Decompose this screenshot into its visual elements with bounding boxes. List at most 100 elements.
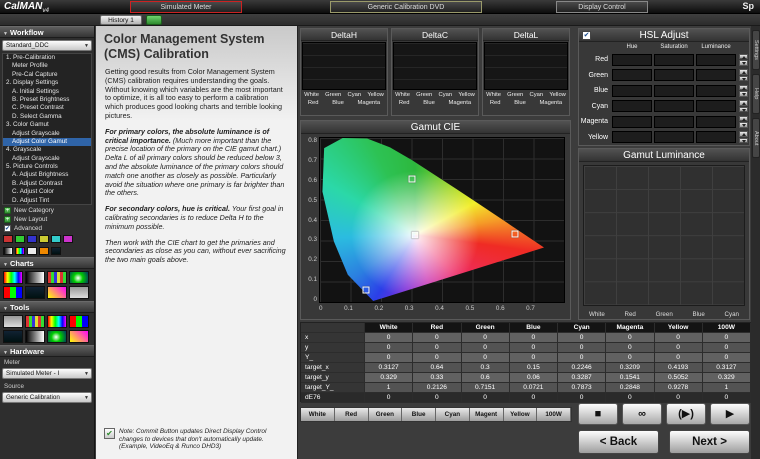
workflow-section-header[interactable]: ▼Workflow bbox=[0, 26, 94, 38]
advanced-checkbox[interactable]: ✔Advanced bbox=[0, 224, 94, 233]
palette-icon[interactable] bbox=[51, 247, 61, 255]
tab-simulated-meter[interactable]: Simulated Meter bbox=[130, 1, 242, 13]
measure-blue-button[interactable]: Blue bbox=[402, 408, 436, 421]
tree-item[interactable]: Adjust Grayscale bbox=[3, 130, 91, 138]
source-select[interactable]: Generic Calibration▼ bbox=[2, 392, 92, 403]
tree-item[interactable]: B. Adjust Contrast bbox=[3, 180, 91, 188]
hsl-enable-checkbox[interactable]: ✔ bbox=[582, 31, 591, 40]
chart-thumbnail[interactable] bbox=[3, 271, 23, 284]
tab-display-control[interactable]: Display Control bbox=[556, 1, 648, 13]
stop-button[interactable]: ■ bbox=[578, 403, 618, 425]
tree-item[interactable]: A. Adjust Brightness bbox=[3, 171, 91, 179]
chart-thumbnail[interactable] bbox=[3, 286, 23, 299]
hsl-luminance-field[interactable] bbox=[696, 54, 736, 66]
spin-down-button[interactable] bbox=[739, 60, 748, 66]
chart-thumbnail[interactable] bbox=[69, 286, 89, 299]
tree-item[interactable]: 4. Grayscale bbox=[3, 146, 91, 154]
tool-thumbnail[interactable] bbox=[3, 315, 23, 328]
tool-thumbnail[interactable] bbox=[69, 330, 89, 343]
spin-down-button[interactable] bbox=[739, 91, 748, 97]
tree-item[interactable]: A. Initial Settings bbox=[3, 88, 91, 96]
chart-thumbnail[interactable] bbox=[69, 271, 89, 284]
commit-checkbox[interactable]: ✔ bbox=[104, 428, 115, 439]
measure-once-button[interactable]: (▶) bbox=[666, 403, 706, 425]
hsl-luminance-field[interactable] bbox=[696, 69, 736, 81]
right-tab-settings[interactable]: Settings bbox=[752, 30, 760, 70]
spin-down-button[interactable] bbox=[739, 122, 748, 128]
tree-item[interactable]: Adjust Grayscale bbox=[3, 155, 91, 163]
hsl-luminance-field[interactable] bbox=[696, 85, 736, 97]
hsl-saturation-field[interactable] bbox=[654, 54, 694, 66]
hsl-saturation-field[interactable] bbox=[654, 131, 694, 143]
hsl-hue-field[interactable] bbox=[612, 54, 652, 66]
spin-up-button[interactable] bbox=[739, 100, 748, 106]
palette-icon[interactable] bbox=[27, 235, 37, 243]
tree-item[interactable]: Meter Profile bbox=[3, 62, 91, 70]
tool-thumbnail[interactable] bbox=[3, 330, 23, 343]
tool-thumbnail[interactable] bbox=[25, 315, 45, 328]
tree-item[interactable]: D. Adjust Tint bbox=[3, 197, 91, 205]
palette-icon[interactable] bbox=[63, 235, 73, 243]
hsl-saturation-field[interactable] bbox=[654, 100, 694, 112]
palette-icon[interactable] bbox=[51, 235, 61, 243]
meter-select[interactable]: Simulated Meter - I▼ bbox=[2, 368, 92, 379]
charts-section-header[interactable]: ▼Charts bbox=[0, 257, 94, 269]
tree-item[interactable]: 1. Pre-Calibration bbox=[3, 54, 91, 62]
spin-down-button[interactable] bbox=[739, 76, 748, 82]
chart-thumbnail[interactable] bbox=[47, 271, 67, 284]
spin-up-button[interactable] bbox=[739, 116, 748, 122]
hsl-hue-field[interactable] bbox=[612, 131, 652, 143]
tool-thumbnail[interactable] bbox=[47, 315, 67, 328]
spin-down-button[interactable] bbox=[739, 107, 748, 113]
tree-item[interactable]: B. Preset Brightness bbox=[3, 96, 91, 104]
history-button[interactable]: History 1 bbox=[100, 15, 142, 25]
tree-item[interactable]: 5. Picture Controls bbox=[3, 163, 91, 171]
spin-up-button[interactable] bbox=[739, 54, 748, 60]
right-tab-help[interactable]: Help bbox=[752, 74, 760, 114]
tree-item[interactable]: C. Preset Contrast bbox=[3, 104, 91, 112]
hsl-luminance-field[interactable] bbox=[696, 131, 736, 143]
palette-icon[interactable] bbox=[3, 247, 13, 255]
hsl-saturation-field[interactable] bbox=[654, 69, 694, 81]
next-button[interactable]: Next > bbox=[669, 430, 750, 454]
spin-down-button[interactable] bbox=[739, 138, 748, 144]
palette-icon[interactable] bbox=[15, 247, 25, 255]
tools-section-header[interactable]: ▼Tools bbox=[0, 301, 94, 313]
measure-red-button[interactable]: Red bbox=[335, 408, 369, 421]
new-category-button[interactable]: +New Category bbox=[0, 206, 94, 215]
tree-item[interactable]: 3. Color Gamut bbox=[3, 121, 91, 129]
palette-icon[interactable] bbox=[3, 235, 13, 243]
back-button[interactable]: < Back bbox=[578, 430, 659, 454]
palette-icon[interactable] bbox=[39, 235, 49, 243]
workflow-select[interactable]: Standard_DDC▼ bbox=[2, 40, 92, 51]
palette-icon[interactable] bbox=[15, 235, 25, 243]
tree-item-selected[interactable]: Adjust Color Gamut bbox=[3, 138, 91, 146]
tool-thumbnail[interactable] bbox=[25, 330, 45, 343]
tree-item[interactable]: 2. Display Settings bbox=[3, 79, 91, 87]
measure-magenta-button[interactable]: Magent bbox=[470, 408, 504, 421]
spin-up-button[interactable] bbox=[739, 131, 748, 137]
chart-thumbnail[interactable] bbox=[25, 286, 45, 299]
tree-item[interactable]: Pre-Cal Capture bbox=[3, 71, 91, 79]
hardware-section-header[interactable]: ▼Hardware bbox=[0, 345, 94, 357]
hsl-hue-field[interactable] bbox=[612, 116, 652, 128]
tool-thumbnail[interactable] bbox=[69, 315, 89, 328]
hsl-saturation-field[interactable] bbox=[654, 116, 694, 128]
continuous-loop-button[interactable]: ∞ bbox=[622, 403, 662, 425]
hsl-saturation-field[interactable] bbox=[654, 85, 694, 97]
measure-yellow-button[interactable]: Yellow bbox=[504, 408, 538, 421]
hsl-hue-field[interactable] bbox=[612, 85, 652, 97]
chart-thumbnail[interactable] bbox=[25, 271, 45, 284]
play-button[interactable]: ▶ bbox=[710, 403, 750, 425]
measure-100w-button[interactable]: 100W bbox=[537, 408, 571, 421]
tree-item[interactable]: C. Adjust Color bbox=[3, 188, 91, 196]
palette-icon[interactable] bbox=[39, 247, 49, 255]
tab-generic-calibration-dvd[interactable]: Generic Calibration DVD bbox=[330, 1, 482, 13]
chart-thumbnail[interactable] bbox=[47, 286, 67, 299]
measure-cyan-button[interactable]: Cyan bbox=[436, 408, 470, 421]
hsl-luminance-field[interactable] bbox=[696, 116, 736, 128]
spin-up-button[interactable] bbox=[739, 85, 748, 91]
measure-green-button[interactable]: Green bbox=[369, 408, 403, 421]
palette-icon[interactable] bbox=[27, 247, 37, 255]
spin-up-button[interactable] bbox=[739, 69, 748, 75]
